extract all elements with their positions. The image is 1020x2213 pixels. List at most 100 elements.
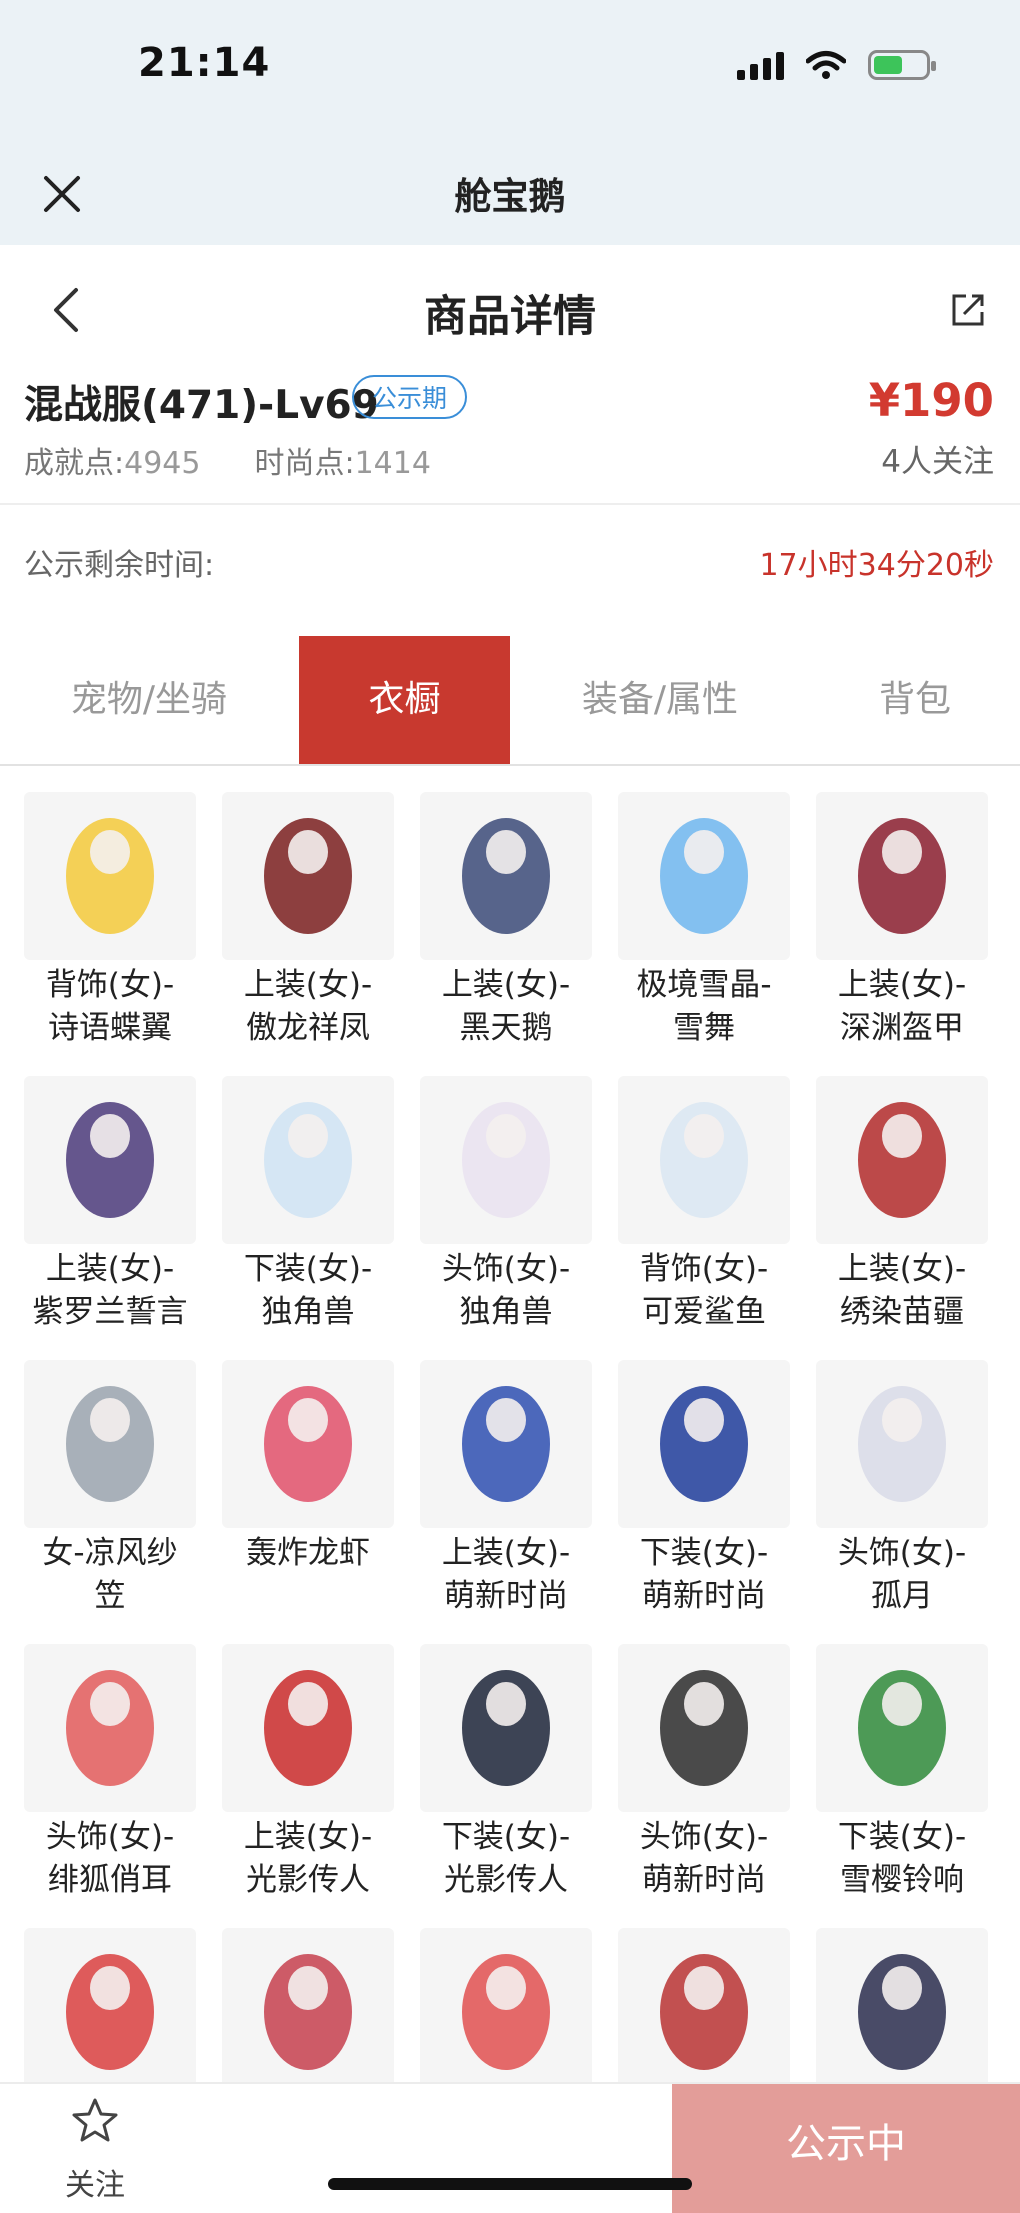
item-label-line2: 笠: [94, 1578, 126, 1614]
item-label: 下装(女)- 萌新时尚: [608, 1532, 800, 1618]
item-thumbnail: [222, 1928, 394, 2096]
wardrobe-item[interactable]: 上装(女)- 萌新时尚: [420, 1360, 592, 1630]
item-thumbnail: [618, 1076, 790, 1244]
wardrobe-item[interactable]: 上装(女)- 紫罗兰誓言: [24, 1076, 196, 1346]
tab-pets-mounts[interactable]: 宠物/坐骑: [0, 636, 298, 764]
item-thumbnail: [24, 1928, 196, 2096]
status-button[interactable]: 公示中: [672, 2084, 1020, 2213]
wardrobe-item[interactable]: 上装(女)- 深渊盔甲: [816, 792, 988, 1062]
status-icons: [737, 50, 936, 80]
wardrobe-item[interactable]: 上装(女)- 傲龙祥凤: [222, 792, 394, 1062]
bottom-bar: 关注 公示中: [0, 2082, 1020, 2213]
item-thumbnail: [816, 1360, 988, 1528]
wardrobe-item[interactable]: 背饰(女)- 诗语蝶翼: [24, 792, 196, 1062]
tab-bar: 宠物/坐骑 衣橱 装备/属性 背包: [0, 636, 1020, 766]
page-title: 商品详情: [424, 292, 596, 342]
follow-label: 关注: [65, 2168, 125, 2203]
wardrobe-item[interactable]: 上装(女)- 黑天鹅: [420, 792, 592, 1062]
wardrobe-item[interactable]: 头饰(女)- 萌新时尚: [618, 1644, 790, 1914]
product-name: 混战服(471)-Lv69: [24, 383, 379, 428]
item-label-line2: 深渊盔甲: [840, 1010, 964, 1046]
item-label-line2: 萌新时尚: [642, 1862, 766, 1898]
tab-equipment[interactable]: 装备/属性: [510, 636, 810, 764]
wardrobe-item[interactable]: 轰炸龙虾: [222, 1360, 394, 1630]
item-label: 头饰(女)- 独角兽: [410, 1248, 602, 1334]
item-label-line1: 上装(女)-: [441, 967, 571, 1003]
item-thumbnail: [816, 792, 988, 960]
item-thumbnail: [618, 1360, 790, 1528]
item-label: 下装(女)- 独角兽: [212, 1248, 404, 1334]
wardrobe-item[interactable]: 下装(女)- 光影传人: [420, 1644, 592, 1914]
item-label-line2: 萌新时尚: [642, 1578, 766, 1614]
item-thumbnail: [24, 1076, 196, 1244]
item-label-line1: 背饰(女)-: [639, 1251, 769, 1287]
item-label-line2: 绣染苗疆: [840, 1294, 964, 1330]
star-icon: [72, 2098, 118, 2142]
item-label: 上装(女)- 萌新时尚: [410, 1532, 602, 1618]
wifi-icon: [806, 51, 846, 79]
item-thumbnail: [420, 792, 592, 960]
item-label: 下装(女)- 光影传人: [410, 1816, 602, 1902]
wardrobe-item[interactable]: 背饰(女)- 可爱鲨鱼: [618, 1076, 790, 1346]
wardrobe-item[interactable]: 下装(女)- 雪樱铃响: [816, 1644, 988, 1914]
item-thumbnail: [24, 1644, 196, 1812]
signal-icon: [737, 50, 784, 80]
item-thumbnail: [24, 792, 196, 960]
item-label: 头饰(女)- 绯狐俏耳: [14, 1816, 206, 1902]
countdown-value: 17小时34分20秒: [759, 548, 994, 583]
follower-count: 4人关注: [881, 444, 994, 480]
item-label-line2: 紫罗兰誓言: [32, 1294, 188, 1330]
item-label-line1: 上装(女)-: [837, 967, 967, 1003]
item-label-line1: 上装(女)-: [837, 1251, 967, 1287]
item-label-line2: 雪舞: [673, 1010, 735, 1046]
item-thumbnail: [222, 792, 394, 960]
item-label: 上装(女)- 紫罗兰誓言: [14, 1248, 206, 1334]
share-icon[interactable]: [950, 292, 986, 328]
countdown-label: 公示剩余时间:: [24, 548, 215, 583]
follow-button[interactable]: 关注: [40, 2096, 150, 2206]
item-label-line2: 绯狐俏耳: [48, 1862, 172, 1898]
item-thumbnail: [618, 1644, 790, 1812]
item-label: 背饰(女)- 可爱鲨鱼: [608, 1248, 800, 1334]
wardrobe-item[interactable]: 上装(女)- 光影传人: [222, 1644, 394, 1914]
item-label: 头饰(女)- 孤月: [806, 1532, 998, 1618]
item-label-line1: 下装(女)-: [243, 1251, 373, 1287]
item-label: 极境雪晶- 雪舞: [608, 964, 800, 1050]
wardrobe-item[interactable]: 极境雪晶- 雪舞: [618, 792, 790, 1062]
item-label-line1: 下装(女)-: [837, 1819, 967, 1855]
wardrobe-item[interactable]: 下装(女)- 独角兽: [222, 1076, 394, 1346]
item-label-line1: 上装(女)-: [243, 967, 373, 1003]
item-thumbnail: [420, 1360, 592, 1528]
item-label-line1: 上装(女)-: [441, 1535, 571, 1571]
item-label-line1: 头饰(女)-: [45, 1819, 175, 1855]
battery-icon: [868, 50, 936, 80]
status-badge: 公示期: [352, 375, 468, 419]
wardrobe-item[interactable]: 头饰(女)- 孤月: [816, 1360, 988, 1630]
item-thumbnail: [24, 1360, 196, 1528]
item-thumbnail: [222, 1644, 394, 1812]
product-stats: 成就点:4945 时尚点:1414: [24, 438, 431, 482]
item-label-line1: 极境雪晶-: [636, 967, 772, 1003]
wardrobe-item[interactable]: 上装(女)- 绣染苗疆: [816, 1076, 988, 1346]
item-label-line1: 头饰(女)-: [639, 1819, 769, 1855]
item-thumbnail: [222, 1360, 394, 1528]
item-label-line1: 下装(女)-: [441, 1819, 571, 1855]
item-label-line1: 女-凉风纱: [42, 1535, 178, 1571]
wardrobe-item[interactable]: 头饰(女)- 绯狐俏耳: [24, 1644, 196, 1914]
tab-wardrobe[interactable]: 衣橱: [299, 636, 510, 764]
tab-backpack[interactable]: 背包: [810, 636, 1020, 764]
fashion-label: 时尚点:: [254, 446, 355, 481]
item-label-line1: 上装(女)-: [45, 1251, 175, 1287]
home-indicator: [328, 2178, 692, 2190]
item-label: 上装(女)- 傲龙祥凤: [212, 964, 404, 1050]
item-label-line1: 轰炸龙虾: [246, 1535, 370, 1571]
item-label-line2: 独角兽: [261, 1294, 355, 1330]
item-label: 女-凉风纱笠: [14, 1532, 206, 1618]
wardrobe-item[interactable]: 头饰(女)- 独角兽: [420, 1076, 592, 1346]
item-label-line1: 上装(女)-: [243, 1819, 373, 1855]
item-label: 背饰(女)- 诗语蝶翼: [14, 964, 206, 1050]
item-thumbnail: [420, 1076, 592, 1244]
wardrobe-item[interactable]: 下装(女)- 萌新时尚: [618, 1360, 790, 1630]
wardrobe-item[interactable]: 女-凉风纱笠: [24, 1360, 196, 1630]
item-label-line1: 头饰(女)-: [441, 1251, 571, 1287]
